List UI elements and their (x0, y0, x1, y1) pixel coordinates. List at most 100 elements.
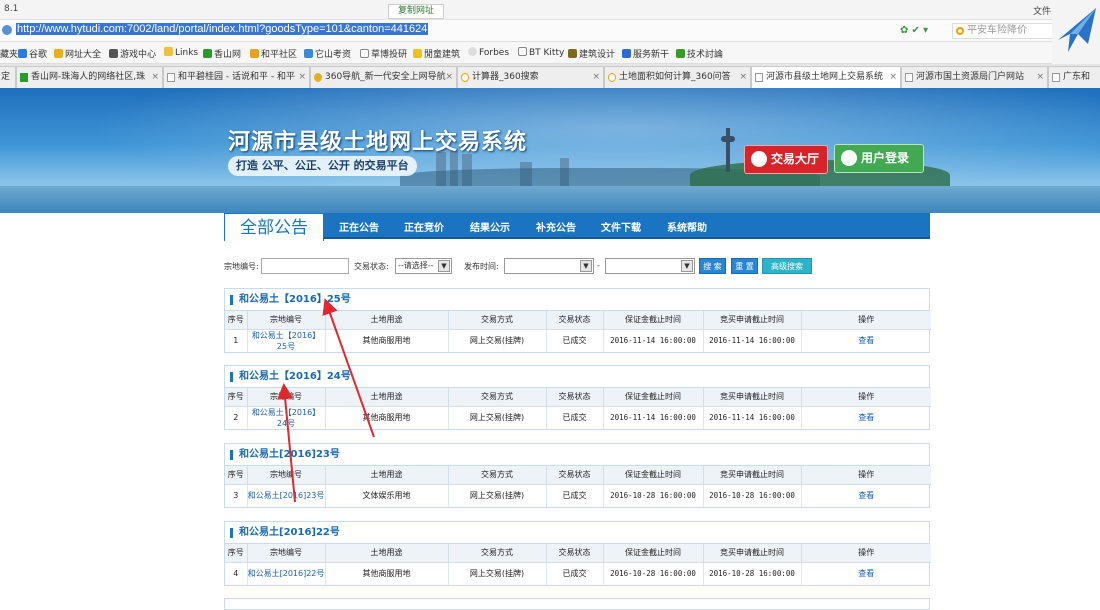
bookmark-item[interactable]: 藏夹 (0, 47, 18, 60)
security-icon[interactable]: ✿ ✔ ▾ (900, 25, 928, 36)
tab-item[interactable]: 广东和 (1048, 66, 1100, 88)
column-header: 序号 (225, 544, 248, 563)
tab-item[interactable]: 土地面积如何计算_360问答 × (604, 66, 751, 88)
tab-strip: 定 香山网-珠海人的网络社区,珠 × 和平碧桂园 - 话说和平 - 和平 × 360… (0, 64, 1100, 89)
column-header: 土地用途 (325, 544, 449, 563)
view-link[interactable]: 查看 (801, 329, 931, 352)
bookmark-item[interactable]: BT Kitty (518, 47, 564, 58)
bookmark-item[interactable]: 草博投研 (360, 47, 407, 60)
view-link[interactable]: 查看 (801, 406, 931, 429)
table-cell: 已成交 (546, 329, 604, 352)
card-title[interactable]: 和公易土[2016]22号 (225, 522, 929, 544)
table-cell: 2016-10-28 16:00:00 (703, 484, 802, 507)
column-header: 保证金截止时间 (603, 466, 704, 485)
date-label: 发布时间: (464, 262, 499, 271)
tab-item[interactable]: 计算器_360搜索 × (457, 66, 604, 88)
chevron-down-icon: ▼ (580, 260, 592, 272)
parcel-code-link[interactable]: 和公易土【2016】24号 (247, 406, 326, 429)
menu-file[interactable]: 文件 (1033, 4, 1051, 17)
column-header: 宗地编号 (247, 311, 326, 330)
copy-url-button[interactable]: 复制网址 (388, 4, 444, 19)
trading-hall-button[interactable]: 交易大厅 (744, 145, 828, 174)
nav-item[interactable]: 文件下载 (601, 219, 641, 234)
nav-item[interactable]: 系统帮助 (667, 219, 707, 234)
nav-item[interactable]: 正在竞价 (404, 219, 444, 234)
column-header: 竞买申请截止时间 (703, 544, 802, 563)
table-cell: 网上交易(挂牌) (448, 406, 547, 429)
tab-all-announcements[interactable]: 全部公告 (224, 213, 324, 241)
close-icon[interactable]: × (889, 67, 897, 87)
table-cell: 已成交 (546, 484, 604, 507)
bookmark-item[interactable]: Links (164, 47, 198, 58)
table-cell: 2016-11-14 16:00:00 (603, 329, 704, 352)
search-button[interactable]: 搜 索 (699, 258, 726, 274)
column-header: 交易方式 (448, 311, 547, 330)
date-start-select[interactable]: ▼ (504, 258, 594, 274)
bookmark-item[interactable]: 和平社区 (250, 47, 297, 60)
tab-item[interactable]: 360导航_新一代安全上网导航 × (310, 66, 457, 88)
parcel-code-link[interactable]: 和公易土[2016]23号 (247, 484, 326, 507)
parcel-code-link[interactable]: 和公易土【2016】25号 (247, 329, 326, 352)
parcel-code-link[interactable]: 和公易土[2016]22号 (247, 562, 326, 585)
bookmark-item[interactable]: Forbes (468, 47, 509, 58)
advanced-search-button[interactable]: 高级搜索 (762, 258, 812, 274)
table-row: 1 和公易土【2016】25号 其他商服用地 网上交易(挂牌) 已成交 2016-11-1… (225, 329, 931, 352)
bookmark-item[interactable]: 香山网 (203, 47, 241, 60)
site-banner: 河源市县级土地网上交易系统 打造 公平、公正、公开 的交易平台 交易大厅 用户登… (0, 88, 1100, 213)
chevron-down-icon: ▼ (438, 260, 450, 272)
status-select[interactable]: --请选择-- ▼ (395, 258, 452, 274)
bookmark-item[interactable]: 谷歌 (18, 47, 47, 60)
user-login-button[interactable]: 用户登录 (834, 144, 924, 173)
bookmark-item[interactable]: 技术討論 (676, 47, 723, 60)
table-row: 2 和公易土【2016】24号 其他商服用地 网上交易(挂牌) 已成交 2016-11-1… (225, 406, 931, 429)
bookmark-item[interactable]: 它山考资 (304, 47, 351, 60)
table-cell: 其他商服用地 (325, 406, 449, 429)
tab-item[interactable]: 河源市国土资源局门户网站 × (901, 66, 1048, 88)
view-link[interactable]: 查看 (801, 484, 931, 507)
close-icon[interactable]: × (298, 67, 306, 87)
column-header: 宗地编号 (247, 466, 326, 485)
view-link[interactable]: 查看 (801, 562, 931, 585)
bookmark-item[interactable]: 服务新干 (622, 47, 669, 60)
table-cell: 2016-10-28 16:00:00 (603, 484, 704, 507)
search-filter: 宗地编号: 交易状态: --请选择-- ▼ 发布时间: ▼ - ▼ 搜 索 重 置… (224, 258, 930, 276)
close-icon[interactable]: × (739, 67, 747, 87)
close-icon[interactable]: × (592, 67, 600, 87)
site-title: 河源市县级土地网上交易系统 (228, 129, 528, 154)
close-icon[interactable]: × (151, 67, 159, 87)
nav-item[interactable]: 补充公告 (536, 219, 576, 234)
bookmark-item[interactable]: 閒童建筑 (413, 47, 460, 60)
column-header: 交易方式 (448, 466, 547, 485)
card-title[interactable]: 和公易土[2016]23号 (225, 444, 929, 466)
announcement-card (224, 598, 930, 610)
date-end-select[interactable]: ▼ (605, 258, 695, 274)
table-cell: 已成交 (546, 562, 604, 585)
table-cell: 网上交易(挂牌) (448, 329, 547, 352)
table-cell: 3 (225, 484, 248, 507)
tower-image (721, 128, 735, 172)
bookmark-item[interactable]: 游戏中心 (109, 47, 156, 60)
browser-logo-icon (1052, 0, 1100, 64)
nav-item[interactable]: 正在公告 (339, 219, 379, 234)
card-title[interactable]: 和公易土【2016】25号 (225, 289, 929, 311)
column-header: 操作 (801, 544, 931, 563)
column-header: 交易状态 (546, 388, 604, 407)
url-text: http://www.hytudi.com:7002/land/portal/i… (16, 23, 429, 35)
tab-item[interactable]: 和平碧桂园 - 话说和平 - 和平 × (163, 66, 310, 88)
close-icon[interactable]: × (1036, 67, 1044, 87)
bookmark-item[interactable]: 建筑设计 (568, 47, 615, 60)
tab-item[interactable]: 定 (0, 66, 16, 88)
reset-button[interactable]: 重 置 (731, 258, 758, 274)
column-header: 交易方式 (448, 544, 547, 563)
close-icon[interactable]: × (445, 67, 453, 87)
tab-item-active[interactable]: 河源市县级土地网上交易系统 × (751, 66, 901, 89)
address-bar: http://www.hytudi.com:7002/land/portal/i… (0, 20, 1100, 42)
status-label: 交易状态: (354, 262, 389, 271)
bookmark-item[interactable]: 网址大全 (54, 47, 101, 60)
tab-item[interactable]: 香山网-珠海人的网络社区,珠 × (16, 66, 163, 88)
nav-item[interactable]: 结果公示 (470, 219, 510, 234)
table-cell: 2016-11-14 16:00:00 (703, 329, 802, 352)
parcel-code-input[interactable] (261, 258, 349, 274)
card-title[interactable]: 和公易土【2016】24号 (225, 366, 929, 388)
url-input[interactable]: http://www.hytudi.com:7002/land/portal/i… (16, 23, 896, 39)
